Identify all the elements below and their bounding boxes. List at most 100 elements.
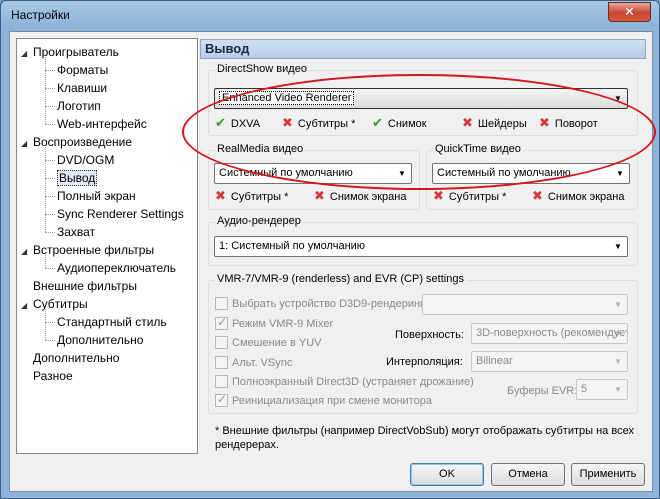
tree-item[interactable]: Аудиопереключатель [57,259,176,277]
quicktime-renderer-select[interactable]: Системный по умолчанию ▼ [432,163,630,184]
d3d-device-checkbox[interactable]: Выбрать устройство D3D9-рендеринга [215,297,430,311]
alt-vsync-label: Альт. VSync [232,357,293,369]
tree-connector [45,147,46,232]
chevron-down-icon: ▼ [614,300,622,309]
tree-item[interactable]: Стандартный стиль [57,313,167,331]
alt-vsync-checkbox[interactable]: Альт. VSync [215,356,292,370]
vmr9-mixer-checkbox[interactable]: Режим VMR-9 Mixer [215,315,333,331]
tree-item[interactable]: DVD/OGM [57,151,114,169]
tree-item[interactable]: Вывод [57,169,98,187]
evr-buffers-value: 5 [581,383,588,395]
quicktime-renderer-value: Системный по умолчанию [437,167,571,179]
yuv-mixing-label: Смешение в YUV [232,337,322,349]
tree-item[interactable]: Разное [33,367,73,385]
tree-item[interactable]: ◢ Воспроизведение [21,133,132,151]
checkbox-box [215,375,228,388]
tree-item-label: Встроенные фильтры [33,243,155,257]
chevron-down-icon: ▼ [616,169,624,178]
tree-connector [45,309,46,340]
expand-arrow-icon[interactable]: ◢ [21,243,33,261]
tree-item-label: Полный экран [57,189,136,203]
settings-tree[interactable]: ◢ Проигрыватель Форматы Клавиши Логотип Web-и… [16,38,198,454]
tree-item[interactable]: Внешние фильтры [33,277,137,295]
tree-item-label: Sync Renderer Settings [57,207,184,221]
tree-item[interactable]: Клавиши [57,79,107,97]
cross-icon: ✖ [215,188,226,203]
tree-connector [45,57,46,124]
checkbox-box [215,392,228,407]
ok-button[interactable]: OK [410,463,484,486]
cross-icon: ✖ [433,188,444,203]
tree-connector [45,255,46,268]
realmedia-renderer-select[interactable]: Системный по умолчанию ▼ [214,163,412,184]
tree-item[interactable]: Захват [57,223,95,241]
realmedia-renderer-value: Системный по умолчанию [219,167,353,179]
tree-connector [45,340,55,341]
cross-icon: ✖ [532,188,543,203]
tree-item[interactable]: Полный экран [57,187,136,205]
page-title: Вывод [200,39,646,59]
directshow-renderer-select[interactable]: Enhanced Video Renderer ▼ [214,88,628,109]
expand-arrow-icon[interactable]: ◢ [21,297,33,315]
interpolation-select[interactable]: Bilinear ▼ [471,351,628,372]
tree-item-label: Форматы [57,63,109,77]
tree-item-label: Дополнительно [57,333,144,347]
realmedia-group-title: RealMedia видео [215,143,306,155]
audio-renderer-select[interactable]: 1: Системный по умолчанию ▼ [214,236,628,257]
apply-button[interactable]: Применить [571,463,645,486]
d3d-device-select[interactable]: ▼ [422,294,628,315]
chevron-down-icon: ▼ [614,242,622,251]
surface-select[interactable]: 3D-поверхность (рекомендуется) ▼ [471,323,628,344]
chevron-down-icon: ▼ [614,329,622,338]
tree-item[interactable]: Логотип [57,97,101,115]
checkbox-box [215,315,228,330]
renderer-feature: ✖ Поворот [539,116,598,131]
tree-connector [45,196,55,197]
tree-connector [45,322,55,323]
tree-item-label: Захват [57,225,96,239]
tree-item[interactable]: Форматы [57,61,108,79]
chevron-down-icon: ▼ [614,385,622,394]
renderer-feature: ✖ Снимок экрана [532,189,624,204]
tree-connector [45,106,55,107]
renderer-feature-label: Поворот [554,118,598,130]
tree-connector [45,178,55,179]
tree-item-label: Внешние фильтры [33,279,137,293]
tree-item[interactable]: ◢ Встроенные фильтры [21,241,155,259]
checkbox-box [215,356,228,369]
tree-item[interactable]: Дополнительно [33,349,119,367]
tree-item-label: Клавиши [57,81,108,95]
renderer-feature: ✖ Субтитры * [215,189,288,204]
renderer-feature: ✖ Субтитры * [282,116,355,131]
tree-connector [45,214,55,215]
tree-connector [45,124,55,125]
renderer-feature-label: Снимок экрана [329,191,407,203]
expand-arrow-icon[interactable]: ◢ [21,135,33,153]
renderer-feature-label: DXVA [230,118,261,130]
cross-icon: ✖ [314,188,325,203]
evr-buffers-label: Буферы EVR: [507,385,578,397]
close-button[interactable]: ✕ [608,2,651,22]
cross-icon: ✖ [282,115,293,130]
reinit-monitor-checkbox[interactable]: Реинициализация при смене монитора [215,392,432,408]
renderer-feature-label: Субтитры * [230,191,289,203]
renderer-feature-label: Шейдеры [477,118,527,130]
tree-item-label: Вывод [57,170,98,186]
evr-buffers-select[interactable]: 5 ▼ [576,379,628,400]
renderer-feature: ✖ Субтитры * [433,189,506,204]
cancel-button[interactable]: Отмена [491,463,565,486]
surface-value: 3D-поверхность (рекомендуется) [476,327,627,339]
expand-arrow-icon[interactable]: ◢ [21,45,33,63]
tree-item[interactable]: Web-интерфейс [57,115,147,133]
tree-item[interactable]: Дополнительно [57,331,143,349]
yuv-mixing-checkbox[interactable]: Смешение в YUV [215,336,321,350]
title-bar[interactable]: Настройки ✕ [1,1,659,29]
tree-item[interactable]: ◢ Субтитры [21,295,88,313]
fullscreen-d3d-checkbox[interactable]: Полноэкранный Direct3D (устраняет дрожан… [215,375,474,389]
reinit-monitor-label: Реинициализация при смене монитора [232,395,432,407]
tree-item[interactable]: Sync Renderer Settings [57,205,184,223]
directshow-group-title: DirectShow видео [215,63,309,75]
renderer-feature-label: Снимок [387,118,427,130]
tree-item-label: Стандартный стиль [57,315,167,329]
tree-item-label: Дополнительно [33,351,120,365]
